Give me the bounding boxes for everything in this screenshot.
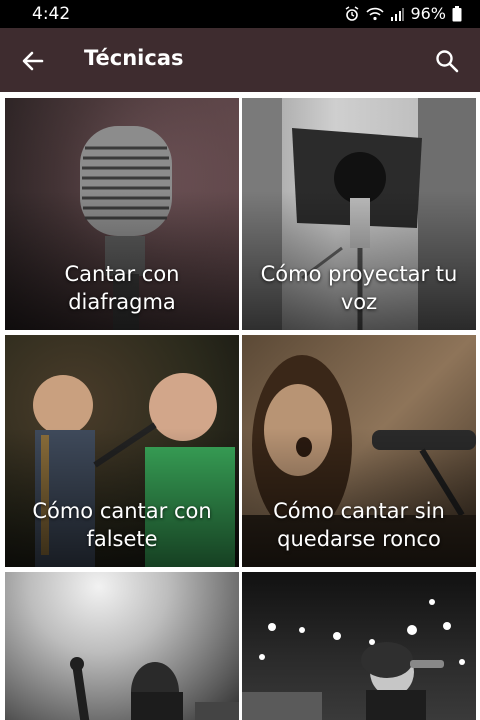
wifi-icon [366,7,385,21]
techniques-grid: Cantar con diafragma Cómo proyectar tu v… [0,92,480,720]
card-image [242,572,476,720]
battery-percent: 96% [410,4,446,23]
search-button[interactable] [432,46,462,76]
technique-card-6[interactable] [242,572,476,720]
back-button[interactable] [18,46,48,76]
arrow-left-icon [22,51,44,71]
technique-card-diaphragm[interactable]: Cantar con diafragma [5,98,239,330]
card-label: Cantar con diafragma [64,262,180,314]
alarm-icon [344,5,360,22]
technique-card-falsetto[interactable]: Cómo cantar con falsete [5,335,239,567]
technique-card-project-voice[interactable]: Cómo proyectar tu voz [242,98,476,330]
app-bar: Técnicas [0,28,480,92]
signal-icon [390,7,405,21]
card-image [5,572,239,720]
battery-icon [452,5,462,22]
status-icons: 96% [344,4,462,23]
technique-card-no-hoarse[interactable]: Cómo cantar sin quedarse ronco [242,335,476,567]
search-icon [436,50,459,73]
page-title: Técnicas [84,46,184,70]
card-label: Cómo cantar sin quedarse ronco [273,499,445,551]
card-label: Cómo cantar con falsete [32,499,212,551]
status-time: 4:42 [32,4,71,24]
card-label: Cómo proyectar tu voz [260,262,458,314]
technique-card-5[interactable] [5,572,239,720]
status-bar: 4:42 96% [0,0,480,28]
